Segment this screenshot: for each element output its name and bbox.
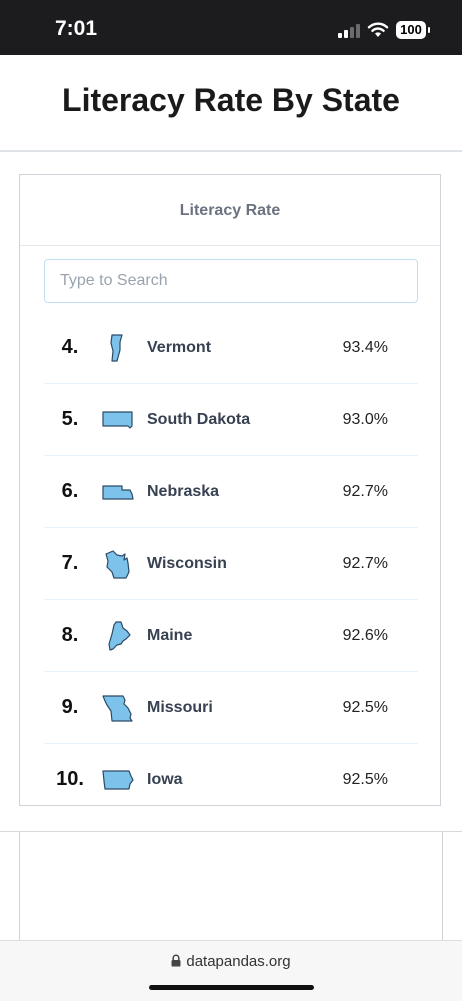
state-name: Maine <box>147 627 193 644</box>
table-row[interactable]: 9. Missouri 92.5% <box>44 672 418 744</box>
table-row[interactable]: 4. Vermont 93.4% <box>44 312 418 384</box>
literacy-rate: 92.6% <box>342 627 388 644</box>
rank-number: 9. <box>61 696 79 718</box>
url-display[interactable]: datapandas.org <box>0 953 462 970</box>
table-row[interactable]: 6. Nebraska 92.7% <box>44 456 418 528</box>
state-name: South Dakota <box>147 411 251 428</box>
card-header: Literacy Rate <box>20 175 440 246</box>
cellular-signal-icon <box>338 24 360 38</box>
rank-number: 10. <box>56 768 84 790</box>
literacy-rate: 92.5% <box>342 771 388 788</box>
rank-number: 7. <box>61 552 79 574</box>
status-time: 7:01 <box>55 17 98 40</box>
state-name: Nebraska <box>147 483 220 500</box>
wisconsin-map-icon <box>105 550 130 579</box>
literacy-rate: 92.7% <box>342 483 388 500</box>
page-title: Literacy Rate By State <box>62 82 400 118</box>
literacy-rate: 92.7% <box>342 555 388 572</box>
next-card <box>19 832 443 942</box>
iowa-map-icon <box>102 770 134 790</box>
state-name: Wisconsin <box>147 555 227 572</box>
url-text: datapandas.org <box>186 953 291 970</box>
rank-number: 5. <box>61 408 79 430</box>
literacy-rate: 93.4% <box>342 339 388 356</box>
table-row[interactable]: 5. South Dakota 93.0% <box>44 384 418 456</box>
literacy-rate: 93.0% <box>342 411 388 428</box>
title-divider <box>0 150 462 152</box>
state-name: Missouri <box>147 699 213 716</box>
literacy-rate: 92.5% <box>342 699 388 716</box>
state-list: 4. Vermont 93.4% 5. South Dakota 93.0% 6… <box>44 312 418 815</box>
state-name: Vermont <box>147 339 212 356</box>
table-row[interactable]: 8. Maine 92.6% <box>44 600 418 672</box>
ranking-card: Literacy Rate 4. Vermont 93.4% 5. South … <box>19 174 441 806</box>
missouri-map-icon <box>102 695 133 722</box>
state-name: Iowa <box>147 771 183 788</box>
vermont-map-icon <box>110 334 123 362</box>
maine-map-icon <box>108 621 131 651</box>
nebraska-map-icon <box>102 485 134 500</box>
rank-number: 4. <box>61 336 79 358</box>
rank-number: 6. <box>61 480 79 502</box>
status-bar: 7:01 100 <box>0 0 462 55</box>
wifi-icon <box>367 22 389 37</box>
south-dakota-map-icon <box>102 411 133 429</box>
rank-number: 8. <box>61 624 79 646</box>
battery-icon: 100 <box>396 21 430 39</box>
search-input[interactable] <box>44 259 418 303</box>
table-row[interactable]: 10. Iowa 92.5% <box>44 744 418 815</box>
table-row[interactable]: 7. Wisconsin 92.7% <box>44 528 418 600</box>
home-indicator <box>149 985 314 990</box>
browser-address-bar[interactable]: datapandas.org <box>0 940 462 1001</box>
lock-icon <box>171 954 181 967</box>
